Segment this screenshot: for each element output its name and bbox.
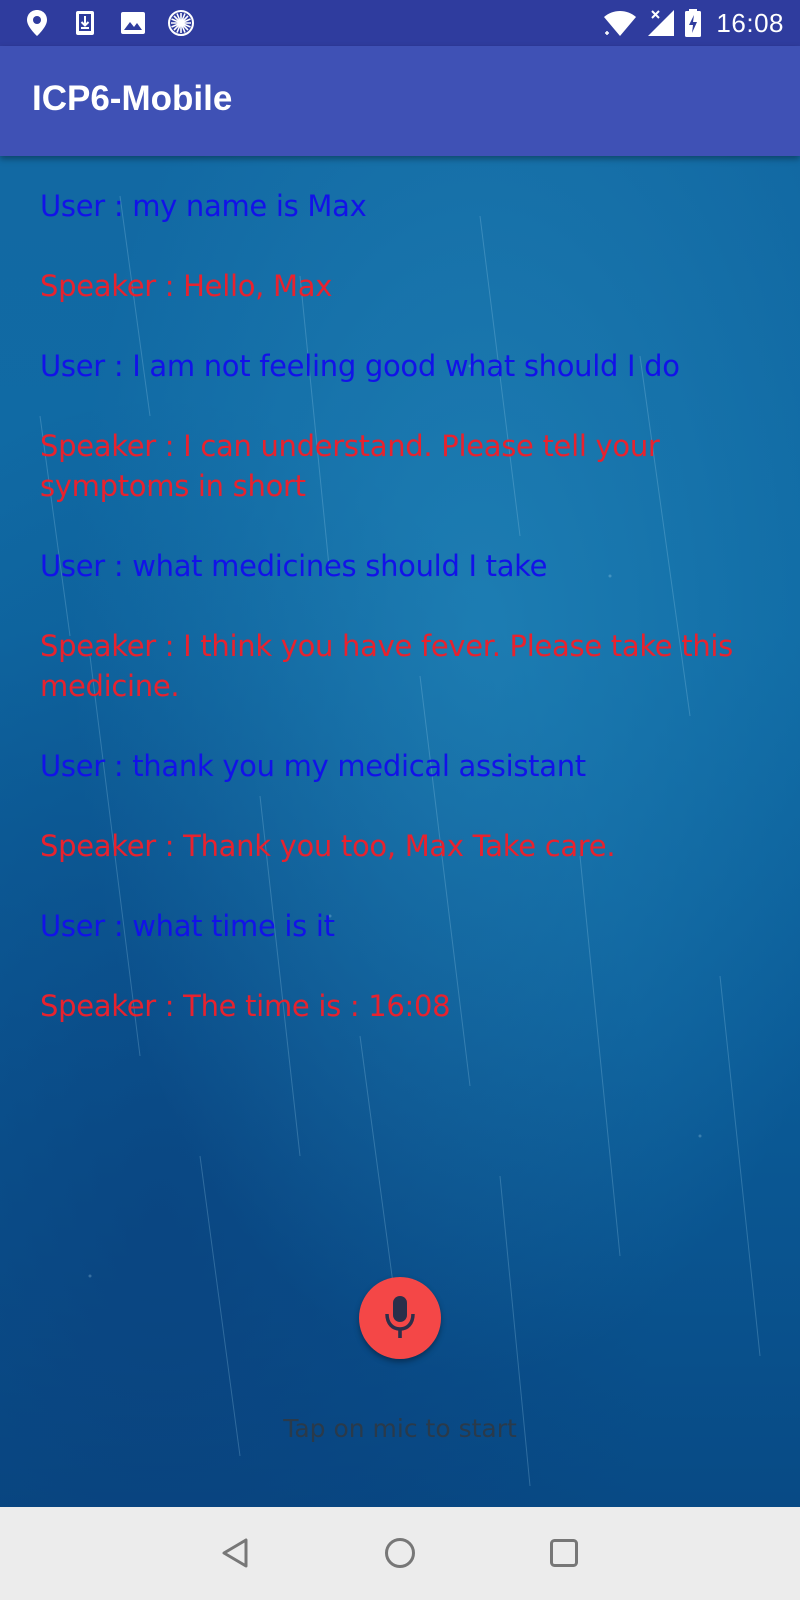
speaker-message: Speaker : The time is : 16:08 (40, 989, 451, 1023)
wifi-icon (604, 11, 637, 36)
user-message: User : my name is Max (40, 189, 367, 223)
speaker-message: Speaker : I can understand. Please tell … (40, 429, 660, 503)
conversation-list: User : my name is Max Speaker : Hello, Ma… (40, 186, 760, 1066)
signal-icon (648, 10, 675, 36)
status-time: 16:08 (716, 7, 784, 38)
sync-icon (168, 10, 194, 36)
user-message: User : I am not feeling good what should… (40, 349, 680, 383)
recents-button[interactable] (544, 1533, 584, 1573)
back-icon (222, 1538, 248, 1568)
back-button[interactable] (216, 1533, 256, 1573)
mic-button[interactable] (359, 1277, 441, 1359)
speaker-message: Speaker : Thank you too, Max Take care. (40, 829, 616, 863)
status-notification-icons (22, 8, 214, 38)
home-icon (385, 1538, 415, 1568)
battery-charging-icon (685, 9, 702, 37)
app-bar: ICP6-Mobile (0, 46, 800, 156)
location-icon (27, 10, 47, 36)
home-button[interactable] (380, 1533, 420, 1573)
mic-hint: Tap on mic to start (283, 1414, 517, 1443)
status-system-icons: 16:08 (602, 8, 784, 38)
download-icon (76, 11, 94, 35)
recents-icon (550, 1539, 578, 1567)
status-bar: 16:08 (0, 0, 800, 46)
speaker-message: Speaker : Hello, Max (40, 269, 333, 303)
navigation-bar (0, 1507, 800, 1600)
user-message: User : what medicines should I take (40, 549, 548, 583)
chat-area[interactable]: User : my name is Max Speaker : Hello, Ma… (0, 156, 800, 1507)
speaker-message: Speaker : I think you have fever. Please… (40, 629, 733, 703)
app-title: ICP6-Mobile (32, 79, 233, 118)
user-message: User : thank you my medical assistant (40, 749, 586, 783)
image-icon (121, 12, 145, 34)
microphone-icon (385, 1296, 415, 1338)
user-message: User : what time is it (40, 909, 335, 943)
